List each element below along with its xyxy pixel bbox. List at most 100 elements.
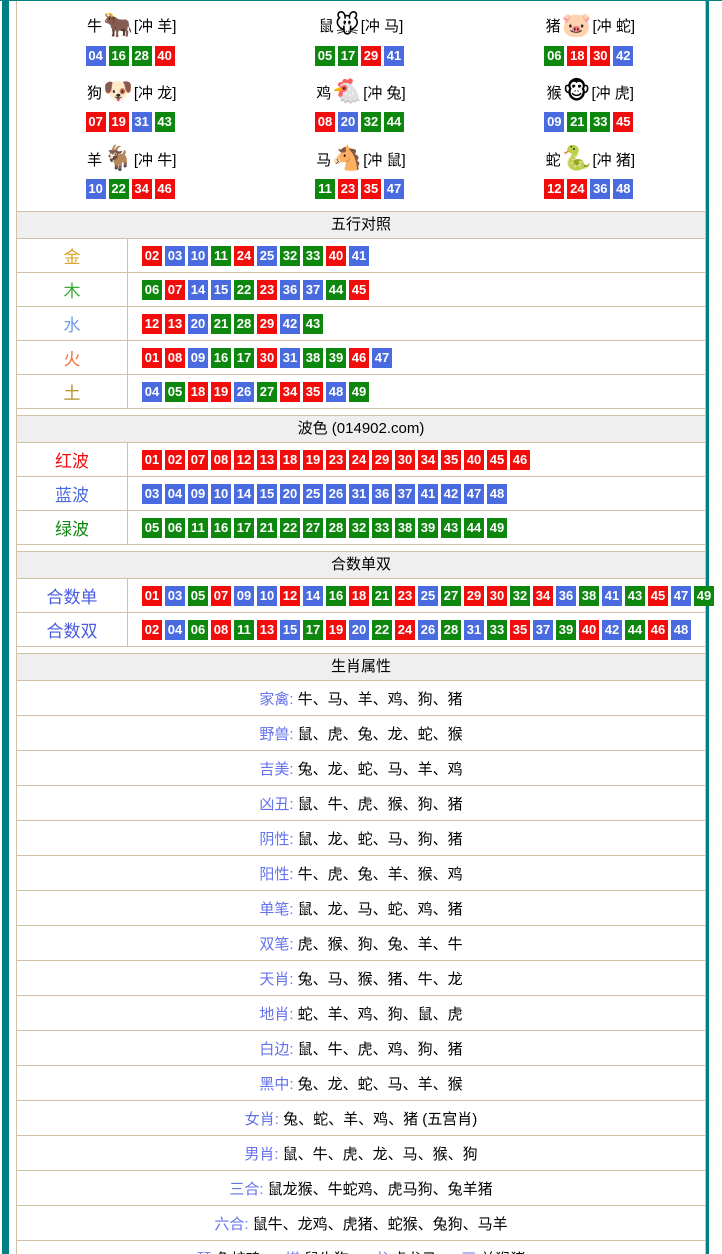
section-header-bose: 波色 (014902.com) — [17, 415, 705, 443]
number-ball: 42 — [280, 314, 300, 334]
number-ball: 26 — [418, 620, 438, 640]
number-ball: 22 — [234, 280, 254, 300]
number-ball: 16 — [211, 518, 231, 538]
number-ball: 15 — [280, 620, 300, 640]
attribute-row: 六合: 鼠牛、龙鸡、虎猪、蛇猴、兔狗、马羊 — [17, 1206, 705, 1241]
attribute-value: 牛、虎、兔、羊、猴、鸡 — [294, 863, 463, 884]
number-ball: 01 — [142, 450, 162, 470]
number-ball: 09 — [544, 112, 564, 132]
number-list: 0108091617303138394647 — [128, 341, 395, 374]
number-ball: 10 — [211, 484, 231, 504]
attribute-segment: 棋:鼠牛狗 — [285, 1248, 349, 1254]
goat-icon: 🐐 — [103, 147, 133, 171]
attribute-row: 地肖: 蛇、羊、鸡、狗、鼠、虎 — [17, 996, 705, 1031]
attribute-label: 阴性: — [259, 828, 293, 849]
left-teal-border — [2, 1, 9, 1254]
attribute-row: 女肖: 兔、蛇、羊、鸡、猪 (五宫肖) — [17, 1101, 705, 1136]
attribute-value: 鼠、牛、虎、龙、马、猴、狗 — [279, 1143, 478, 1164]
attribute-value: 鼠、牛、虎、鸡、狗、猪 — [294, 1038, 463, 1059]
number-ball: 30 — [395, 450, 415, 470]
attribute-row: 吉美: 兔、龙、蛇、马、羊、鸡 — [17, 751, 705, 786]
number-ball: 40 — [326, 246, 346, 266]
number-ball: 41 — [349, 246, 369, 266]
shengxiao-rows: 家禽: 牛、马、羊、鸡、狗、猪野兽: 鼠、虎、兔、龙、蛇、猴吉美: 兔、龙、蛇、… — [17, 681, 705, 1254]
zodiac-numbers: 07193143 — [86, 112, 178, 132]
number-ball: 28 — [234, 314, 254, 334]
zodiac-name-line: 马🐴[冲 鼠] — [316, 144, 405, 174]
number-ball: 22 — [109, 179, 129, 199]
attribute-row: 黑中: 兔、龙、蛇、马、羊、猴 — [17, 1066, 705, 1101]
number-ball: 13 — [165, 314, 185, 334]
attribute-label: 棋: — [285, 1251, 304, 1254]
number-ball: 21 — [567, 112, 587, 132]
number-ball: 36 — [556, 586, 576, 606]
section-header-shengxiao: 生肖属性 — [17, 653, 705, 681]
wave-label: 绿波 — [17, 511, 128, 544]
attribute-segment: 琴:兔蛇鸡 — [197, 1248, 261, 1254]
element-label: 土 — [17, 375, 128, 408]
number-ball: 29 — [361, 46, 381, 66]
number-list: 0103050709101214161821232527293032343638… — [128, 579, 717, 612]
number-ball: 37 — [303, 280, 323, 300]
number-ball: 32 — [361, 112, 381, 132]
number-ball: 28 — [132, 46, 152, 66]
number-ball: 26 — [326, 484, 346, 504]
number-ball: 03 — [142, 484, 162, 504]
zodiac-clash-label: [冲 虎] — [591, 82, 634, 103]
attribute-label: 天肖: — [259, 968, 293, 989]
number-ball: 32 — [510, 586, 530, 606]
table-row: 绿波05061116172122272832333839434449 — [17, 511, 705, 545]
number-ball: 11 — [188, 518, 208, 538]
zodiac-clash-label: [冲 猪] — [593, 149, 636, 170]
number-list: 06071415222336374445 — [128, 273, 372, 306]
wuxing-rows: 金02031011242532334041木060714152223363744… — [17, 239, 705, 409]
rooster-icon: 🐔 — [332, 80, 362, 104]
attribute-value: 鼠龙猴、牛蛇鸡、虎马狗、兔羊猪 — [264, 1178, 493, 1199]
number-ball: 46 — [648, 620, 668, 640]
zodiac-animal-label: 马 — [316, 149, 331, 170]
zodiac-numbers: 06183042 — [544, 46, 636, 66]
number-ball: 01 — [142, 586, 162, 606]
attribute-segment: 书:虎龙马 — [373, 1248, 437, 1254]
zodiac-animal-label: 蛇 — [546, 149, 561, 170]
number-ball: 27 — [303, 518, 323, 538]
attribute-label: 双笔: — [259, 933, 293, 954]
zodiac-name-line: 猪🐷[冲 蛇] — [546, 11, 635, 41]
number-ball: 08 — [211, 620, 231, 640]
number-ball: 19 — [211, 382, 231, 402]
attribute-label: 六合: — [214, 1213, 248, 1234]
number-ball: 16 — [109, 46, 129, 66]
number-ball: 12 — [544, 179, 564, 199]
number-ball: 41 — [602, 586, 622, 606]
number-ball: 31 — [349, 484, 369, 504]
number-ball: 41 — [384, 46, 404, 66]
attribute-label: 地肖: — [259, 1003, 293, 1024]
number-ball: 20 — [188, 314, 208, 334]
number-ball: 26 — [234, 382, 254, 402]
number-ball: 04 — [165, 484, 185, 504]
element-label: 火 — [17, 341, 128, 374]
attribute-label: 野兽: — [259, 723, 293, 744]
section-header-wuxing: 五行对照 — [17, 211, 705, 239]
number-ball: 08 — [211, 450, 231, 470]
number-ball: 45 — [613, 112, 633, 132]
number-ball: 15 — [211, 280, 231, 300]
zodiac-name-line: 牛🐂[冲 羊] — [87, 11, 176, 41]
number-ball: 27 — [257, 382, 277, 402]
table-row: 蓝波03040910141520252631363741424748 — [17, 477, 705, 511]
number-ball: 16 — [211, 348, 231, 368]
zodiac-name-line: 猴🐵[冲 虎] — [547, 77, 634, 107]
number-ball: 22 — [280, 518, 300, 538]
number-ball: 37 — [395, 484, 415, 504]
number-ball: 28 — [326, 518, 346, 538]
number-ball: 12 — [234, 450, 254, 470]
number-ball: 10 — [188, 246, 208, 266]
zodiac-cell: 猪🐷[冲 蛇] 06183042 — [476, 5, 705, 72]
table-row: 合数单0103050709101214161821232527293032343… — [17, 579, 705, 613]
number-ball: 27 — [441, 586, 461, 606]
number-ball: 31 — [132, 112, 152, 132]
number-ball: 01 — [142, 348, 162, 368]
number-ball: 23 — [326, 450, 346, 470]
number-ball: 18 — [567, 46, 587, 66]
number-ball: 43 — [303, 314, 323, 334]
